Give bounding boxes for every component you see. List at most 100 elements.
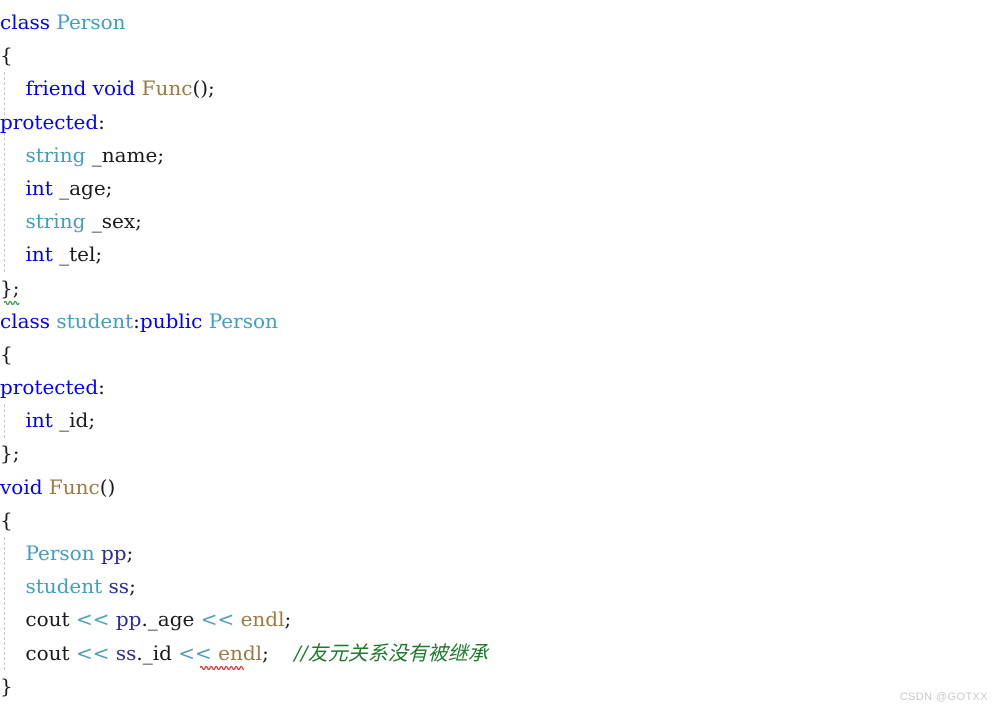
code-line-text: void Func() [0, 471, 115, 504]
token-plain: cout [0, 640, 76, 665]
code-line[interactable]: cout << ss._id << endl; //友元关系没有被继承 [0, 637, 996, 670]
code-line[interactable]: class Person [0, 6, 996, 39]
code-line-text: int _id; [0, 404, 95, 437]
code-line[interactable]: int _tel; [0, 238, 996, 271]
code-line-text: protected: [0, 371, 105, 404]
token-op: << [200, 607, 235, 632]
token-plain: cout [0, 607, 76, 632]
code-line-text: } [0, 670, 13, 703]
code-line[interactable]: protected: [0, 371, 996, 404]
code-line-text: { [0, 39, 13, 72]
token-plain: _age; [52, 175, 113, 200]
code-line[interactable]: { [0, 504, 996, 537]
token-kw: class [0, 308, 57, 333]
token-type: Person [208, 308, 278, 333]
token-plain: { [0, 341, 13, 366]
code-line[interactable]: }; [0, 272, 996, 305]
token-plain: { [0, 507, 13, 532]
token-plain: (); [192, 76, 215, 101]
token-plain: _id; [52, 408, 96, 433]
token-fn: Func [141, 76, 193, 101]
token-plain: { [0, 43, 13, 68]
code-editor-content[interactable]: class Person{ friend void Func(); protect… [0, 0, 996, 703]
token-plain: ; [262, 640, 295, 665]
token-plain: }; [0, 441, 20, 466]
token-type: Person [56, 10, 126, 34]
token-kw: class [0, 10, 57, 34]
code-line-text: { [0, 504, 13, 537]
code-line[interactable]: string _sex; [0, 205, 996, 238]
code-line[interactable]: { [0, 338, 996, 371]
token-id: ss [115, 640, 137, 665]
token-fn: endl [240, 607, 285, 632]
token-kw: int [25, 175, 53, 200]
code-line[interactable]: class student:public Person [0, 305, 996, 338]
token-kw: friend [25, 76, 93, 101]
code-screenshot: class Person{ friend void Func(); protect… [0, 0, 996, 709]
token-fn: Func [48, 474, 100, 499]
token-plain: ; [129, 574, 136, 599]
code-line-text: }; [0, 437, 19, 470]
token-type: string [25, 209, 86, 234]
code-line[interactable]: void Func() [0, 471, 996, 504]
code-line[interactable]: { [0, 39, 996, 72]
token-plain: : [98, 109, 105, 134]
code-line-text: student ss; [0, 570, 136, 603]
token-op: << [178, 640, 212, 665]
code-line-text: Person pp; [0, 537, 133, 570]
token-plain: ; [126, 541, 134, 565]
token-id: pp [115, 607, 142, 632]
code-line-text: class Person [0, 6, 126, 39]
warning-squiggle-underline [4, 299, 20, 305]
token-cmt: //友元关系没有被继承 [294, 640, 488, 665]
token-kw: protected [0, 375, 99, 400]
code-line-text: { [0, 338, 13, 371]
code-line[interactable]: cout << pp._age << endl; [0, 603, 996, 636]
token-id: ss [108, 574, 130, 599]
code-line[interactable]: protected: [0, 106, 996, 139]
token-plain: ._id [136, 640, 179, 665]
token-plain: : [133, 308, 140, 333]
token-kw: public [139, 308, 209, 333]
code-line-text: int _age; [0, 172, 112, 205]
code-line-text: protected: [0, 106, 105, 139]
code-line[interactable]: } [0, 670, 996, 703]
csdn-watermark: CSDN @GOTXX [899, 691, 988, 703]
token-kw: int [25, 242, 53, 267]
code-line-text: class student:public Person [0, 305, 278, 338]
code-line[interactable]: friend void Func(); [0, 72, 996, 105]
code-line-text: string _sex; [0, 205, 141, 238]
token-op: << [75, 640, 110, 665]
token-kw: int [25, 408, 53, 433]
token-plain: _name; [85, 142, 165, 167]
code-line-text: friend void Func(); [0, 72, 215, 105]
token-plain: ._age [141, 607, 201, 632]
token-kw: void [0, 474, 49, 499]
error-squiggle-underline [200, 664, 244, 670]
code-line[interactable]: student ss; [0, 570, 996, 603]
token-type: string [25, 142, 86, 167]
code-line[interactable]: int _id; [0, 404, 996, 437]
code-line[interactable]: }; [0, 437, 996, 470]
code-line[interactable]: int _age; [0, 172, 996, 205]
code-line-text: string _name; [0, 139, 164, 172]
token-type: student [56, 308, 134, 333]
token-id: pp [100, 541, 127, 565]
token-plain: ; [284, 607, 292, 632]
token-plain: _tel; [52, 242, 103, 267]
token-plain: () [99, 474, 116, 499]
code-line[interactable]: string _name; [0, 139, 996, 172]
token-plain: }; [0, 275, 20, 300]
code-line-text: int _tel; [0, 238, 102, 271]
code-line[interactable]: Person pp; [0, 537, 996, 570]
token-fn: endl [218, 640, 263, 665]
token-type: student [25, 574, 103, 599]
